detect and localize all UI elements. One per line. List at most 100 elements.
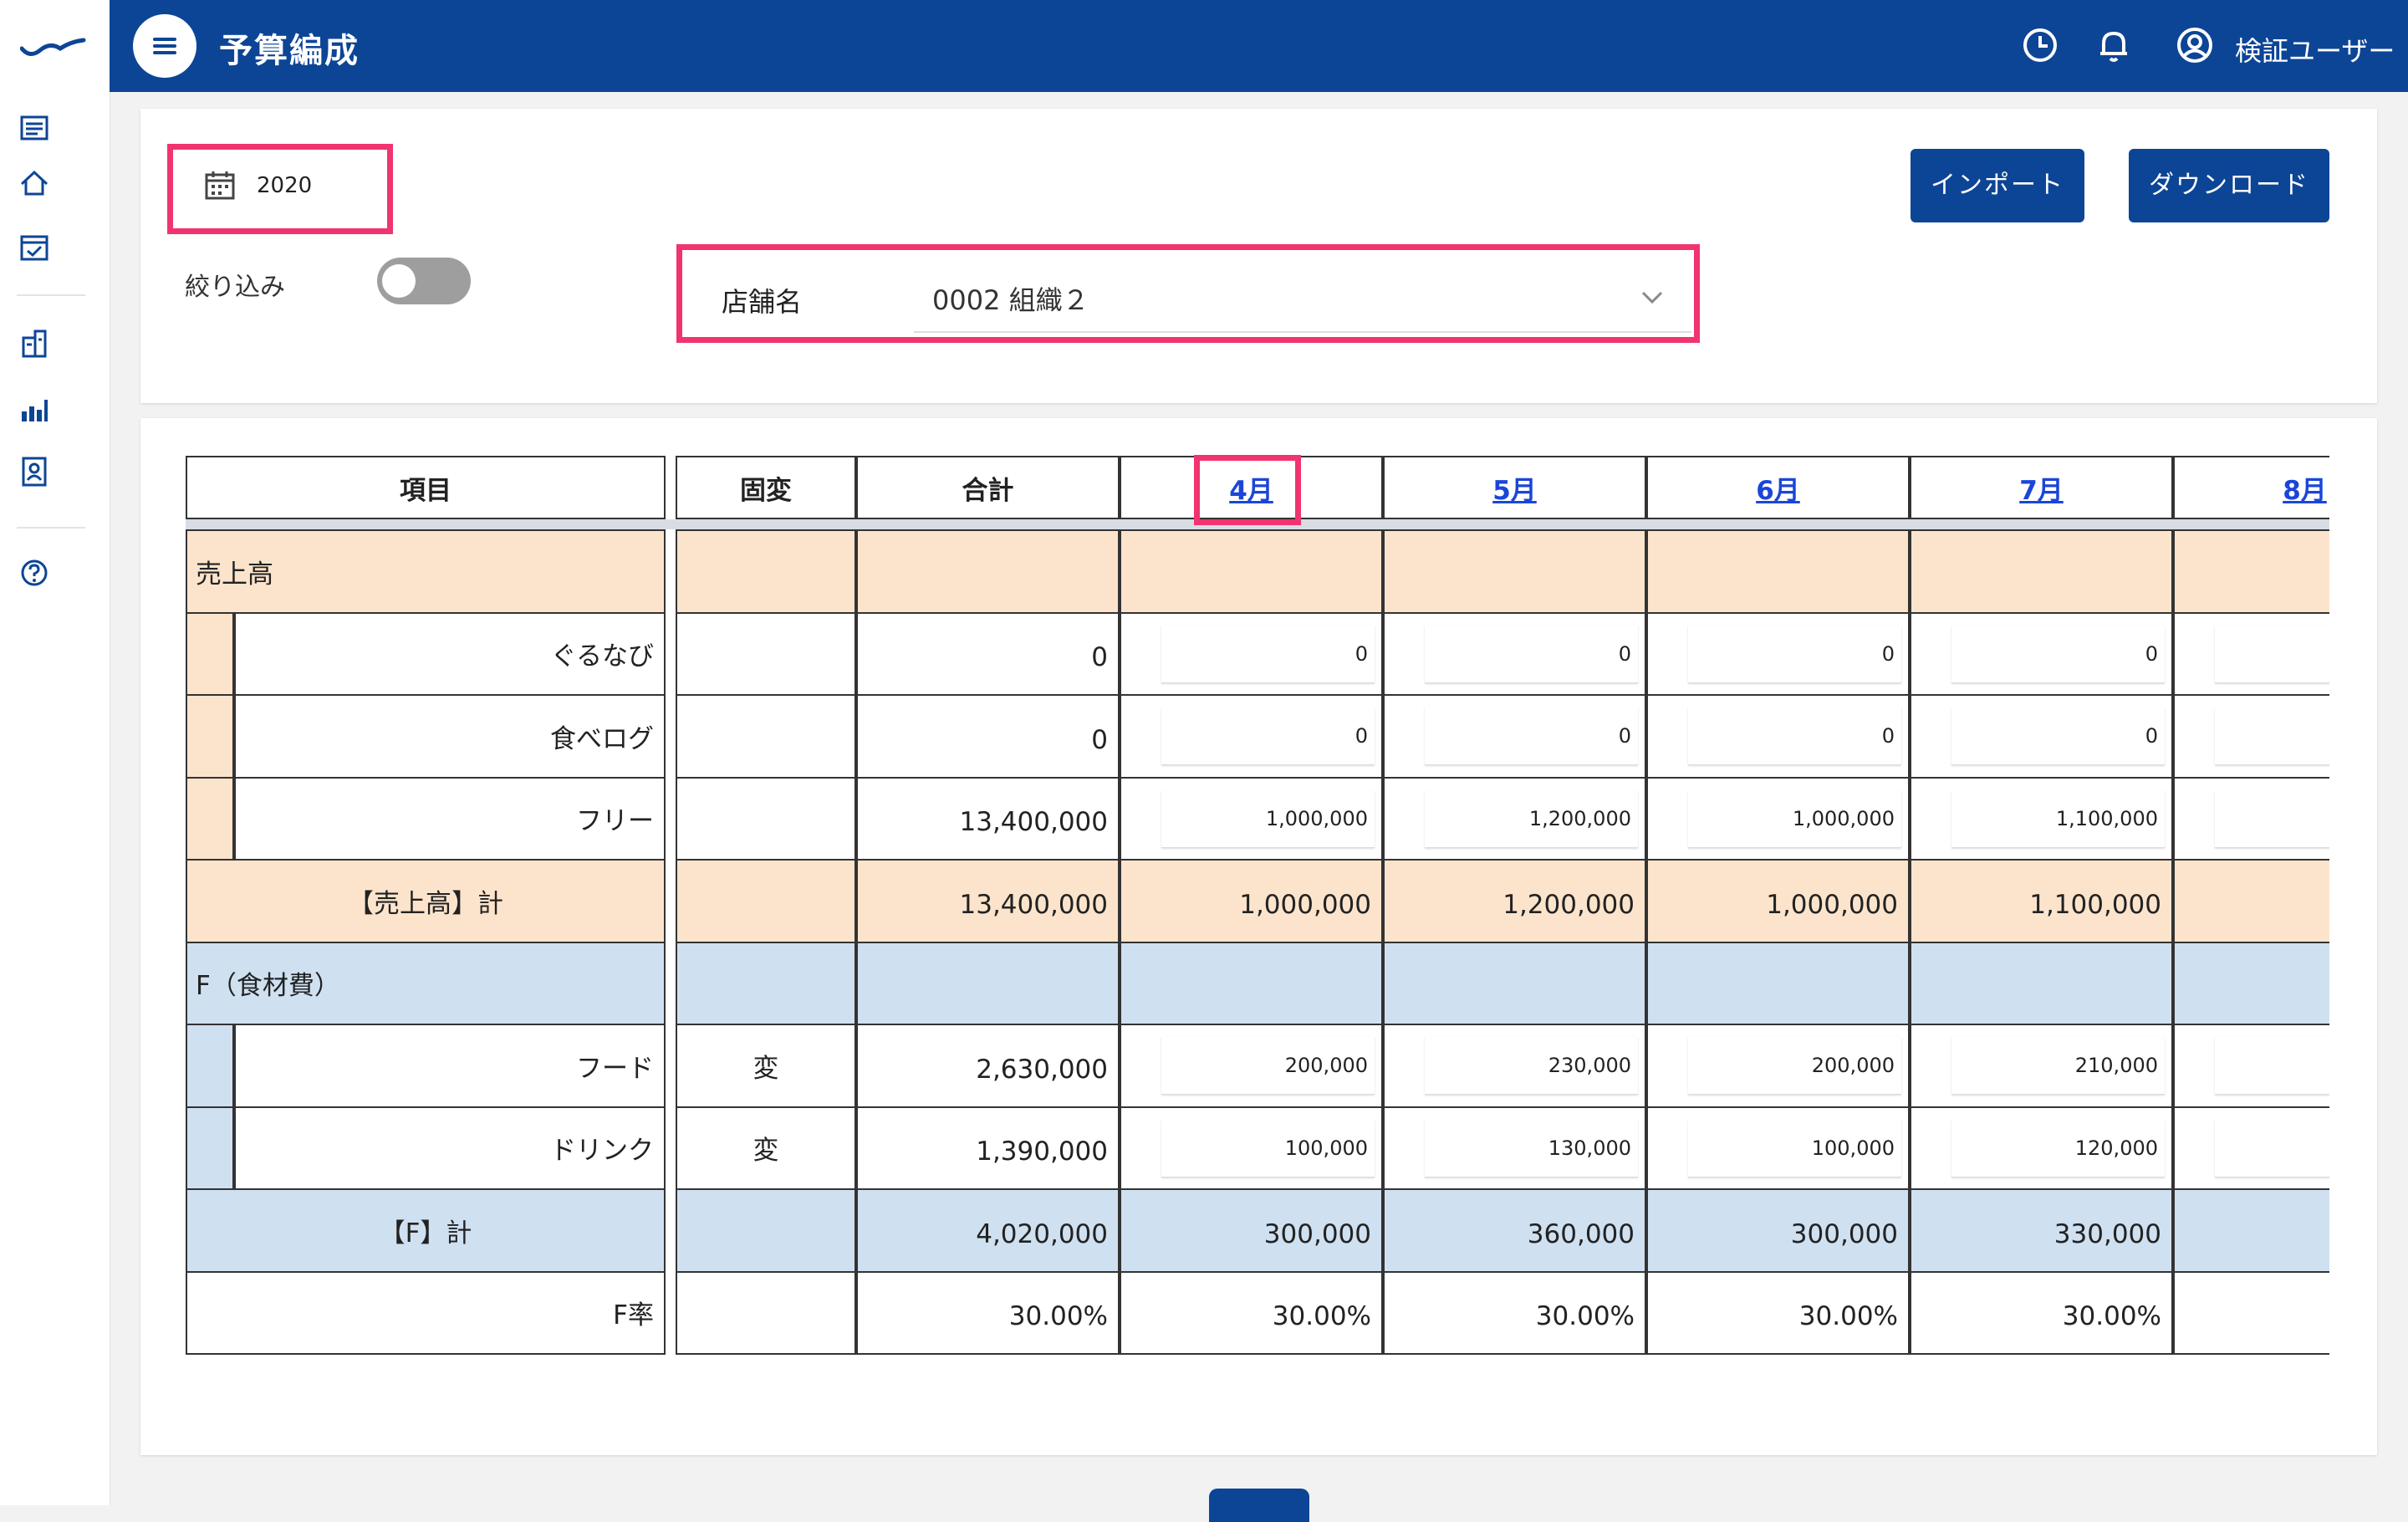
home-icon[interactable] (17, 166, 52, 201)
row-total-cell: 4,020,000 (856, 1188, 1120, 1273)
import-button[interactable]: インポート (1911, 149, 2084, 222)
group-indent (186, 1024, 234, 1108)
month-cell: 210,000 (1910, 1024, 2173, 1108)
month-cell (2173, 611, 2329, 696)
month-link[interactable]: 6月 (1756, 469, 1800, 507)
row-total-cell: 1,390,000 (856, 1106, 1120, 1190)
download-button[interactable]: ダウンロード (2129, 149, 2329, 222)
filter-panel: 絞り込み 店舗名 0002 組織２ インポート ダウンロード (140, 109, 2377, 403)
month-value-input[interactable]: 0 (1688, 707, 1901, 765)
row-total-value: 0 (1091, 642, 1108, 672)
month-value-input[interactable]: 0 (1951, 707, 2165, 765)
month-value-input[interactable]: 1,000,000 (1688, 789, 1901, 848)
month-cell: 360,000 (1383, 1188, 1646, 1273)
month-value-input[interactable]: 0 (1951, 625, 2165, 683)
month-value-input[interactable]: 230,000 (1425, 1037, 1638, 1095)
row-type: 変 (752, 1136, 779, 1166)
row-label: フード (576, 1053, 654, 1084)
month-cell: 1,000,000 (1120, 859, 1383, 943)
row-total-cell: 13,400,000 (856, 859, 1120, 943)
row-total-cell: 30.00% (856, 1270, 1120, 1355)
row-label: ドリンク (550, 1136, 654, 1166)
month-link[interactable]: 5月 (1492, 469, 1537, 507)
bar-chart-icon[interactable] (17, 391, 52, 426)
filter-toggle-switch[interactable] (377, 258, 471, 304)
month-cell: 30.00% (1120, 1270, 1383, 1355)
sidebar-divider (17, 527, 85, 529)
month-input-value: 210,000 (2074, 1054, 2158, 1077)
month-input-value: 0 (2145, 724, 2158, 748)
month-input-value: 0 (1354, 641, 1368, 666)
history-clock-icon[interactable] (2020, 25, 2060, 65)
month-cell: 300,000 (1120, 1188, 1383, 1273)
month-cell: 0 (1646, 694, 1910, 779)
month-cell (1120, 941, 1383, 1025)
month-link[interactable]: 8月 (2283, 469, 2327, 507)
column-header-month[interactable]: 6月 (1646, 456, 1910, 519)
bottom-action-button[interactable] (1209, 1489, 1309, 1522)
list-icon[interactable] (17, 110, 52, 146)
month-input-value: 130,000 (1548, 1136, 1631, 1160)
month-input-value: 200,000 (1284, 1054, 1368, 1077)
month-cell: 230,000 (1383, 1024, 1646, 1108)
month-value-input[interactable]: 1,100,000 (1951, 789, 2165, 848)
month-value-input[interactable]: 1,000,000 (1161, 789, 1375, 848)
user-account-icon[interactable] (2175, 25, 2215, 65)
month-value-input[interactable]: 200,000 (1688, 1037, 1901, 1095)
month-cell: 30.00% (1910, 1270, 2173, 1355)
column-header-month[interactable]: 8月 (2173, 456, 2329, 519)
row-type-cell (676, 1270, 856, 1355)
month-value-input[interactable]: 100,000 (1161, 1119, 1375, 1177)
help-icon[interactable] (17, 555, 52, 590)
month-value: 300,000 (1790, 1218, 1898, 1249)
store-select[interactable]: 0002 組織２ (914, 261, 1691, 333)
month-value-input[interactable]: 0 (1425, 625, 1638, 683)
month-value-input[interactable] (2215, 1037, 2329, 1095)
page-title: 予算編成 (219, 32, 360, 70)
month-value-input[interactable]: 130,000 (1425, 1119, 1638, 1177)
month-cell: 0 (1910, 611, 2173, 696)
row-total-cell: 0 (856, 694, 1120, 779)
row-total-value: 30.00% (1008, 1301, 1108, 1331)
month-value-input[interactable]: 0 (1425, 707, 1638, 765)
row-type-cell (676, 694, 856, 779)
row-type-cell (676, 611, 856, 696)
month-value-input[interactable]: 200,000 (1161, 1037, 1375, 1095)
notification-bell-icon[interactable] (2094, 25, 2134, 65)
month-value: 30.00% (1272, 1301, 1371, 1331)
month-cell: 130,000 (1383, 1106, 1646, 1190)
store-select-value: 0002 組織２ (932, 284, 1089, 316)
group-indent (186, 611, 234, 696)
hamburger-menu-button[interactable] (133, 14, 196, 78)
month-value-input[interactable]: 0 (1161, 707, 1375, 765)
budget-table-panel: 項目 固変 合計 4月 5月 6月 7月 8月 売上高 ぐるなび 0 0 0 0 0 食べログ 0 0 0 0 0 フリー… (140, 418, 2377, 1455)
building-icon[interactable] (17, 326, 52, 361)
filter-toggle-label: 絞り込み (185, 273, 285, 302)
month-value-input[interactable]: 100,000 (1688, 1119, 1901, 1177)
badge-icon[interactable] (17, 453, 52, 488)
row-label-cell: 売上高 (186, 529, 666, 614)
month-cell (1646, 529, 1910, 614)
month-cell (1383, 529, 1646, 614)
month-value-input[interactable] (2215, 625, 2329, 683)
calendar-check-icon[interactable] (17, 229, 52, 264)
month-link[interactable]: 7月 (2019, 469, 2064, 507)
month-value-input[interactable] (2215, 789, 2329, 848)
month-cell: 100,000 (1646, 1106, 1910, 1190)
month-value-input[interactable]: 210,000 (1951, 1037, 2165, 1095)
row-type-cell (676, 776, 856, 861)
month-input-value: 1,100,000 (2055, 806, 2158, 830)
month-value-input[interactable]: 0 (1688, 625, 1901, 683)
month-value-input[interactable]: 0 (1161, 625, 1375, 683)
month-value-input[interactable] (2215, 1119, 2329, 1177)
column-header-month[interactable]: 7月 (1910, 456, 2173, 519)
month-value-input[interactable]: 120,000 (1951, 1119, 2165, 1177)
month-input-value: 0 (1881, 641, 1895, 666)
month-cell: 1, (2173, 859, 2329, 943)
month-value-input[interactable]: 1,200,000 (1425, 789, 1638, 848)
column-header-month[interactable]: 5月 (1383, 456, 1646, 519)
month-cell (1120, 529, 1383, 614)
row-total-cell (856, 529, 1120, 614)
user-name[interactable]: 検証ユーザー (2235, 30, 2395, 69)
month-value-input[interactable] (2215, 707, 2329, 765)
